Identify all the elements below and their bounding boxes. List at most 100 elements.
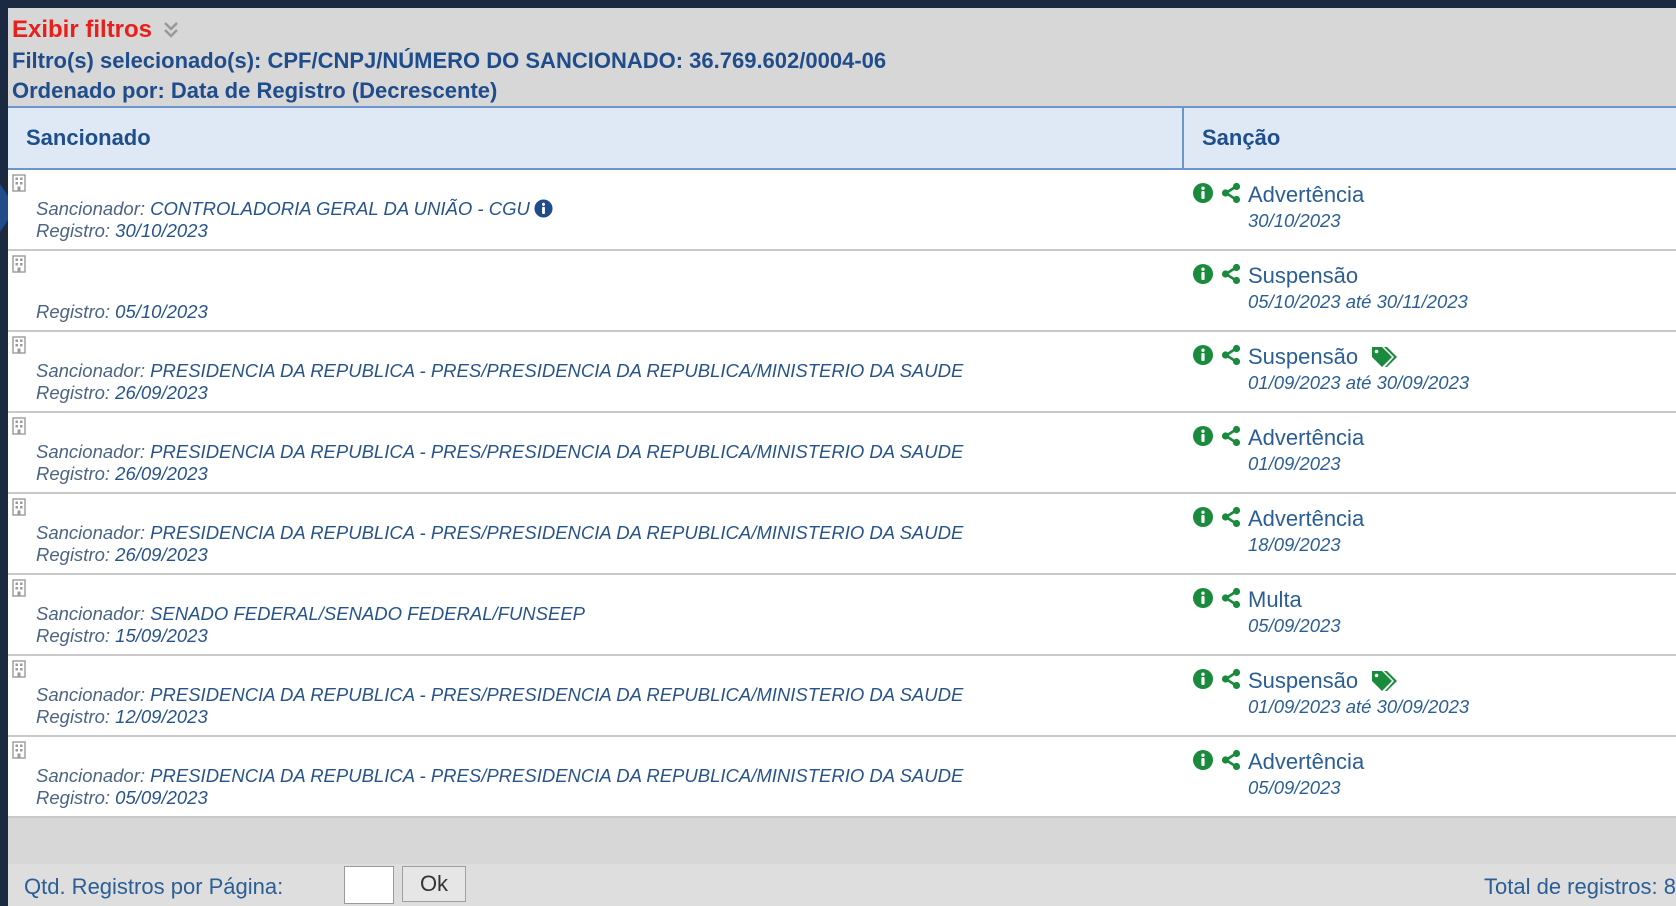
share-icon[interactable] — [1220, 344, 1242, 366]
sancao-name[interactable]: Advertência — [1248, 749, 1364, 775]
registro-value: 05/10/2023 — [115, 301, 208, 322]
sancao-name-line: Suspensão — [1248, 263, 1358, 289]
registro-value: 26/09/2023 — [115, 382, 208, 403]
sancao-name[interactable]: Multa — [1248, 587, 1302, 613]
building-icon — [12, 579, 26, 597]
sancao-cell: Multa 05/09/2023 — [1184, 575, 1676, 654]
info-icon[interactable] — [1192, 425, 1214, 447]
info-icon[interactable] — [1192, 344, 1214, 366]
table-row[interactable]: Sancionador: CONTROLADORIA GERAL DA UNIÃ… — [8, 170, 1676, 251]
table-header: Sancionado Sanção — [8, 106, 1676, 170]
table-row[interactable]: Sancionador: SENADO FEDERAL/SENADO FEDER… — [8, 575, 1676, 656]
sancionador-line: Sancionador: PRESIDENCIA DA REPUBLICA - … — [36, 522, 963, 544]
tags-icon[interactable] — [1370, 345, 1400, 369]
sancao-cell: Advertência 05/09/2023 — [1184, 737, 1676, 816]
sancao-name[interactable]: Suspensão — [1248, 668, 1358, 694]
sancao-name-line: Suspensão — [1248, 668, 1400, 694]
column-header-sancao[interactable]: Sanção — [1184, 108, 1676, 168]
building-icon — [12, 741, 26, 759]
sancionado-cell: Registro: 05/10/2023 — [8, 251, 1184, 330]
sancao-cell: Suspensão 05/10/2023 até 30/11/2023 — [1184, 251, 1676, 330]
sancionador-value[interactable]: CONTROLADORIA GERAL DA UNIÃO - CGU — [150, 198, 530, 219]
share-icon[interactable] — [1220, 668, 1242, 690]
selected-filters: Filtro(s) selecionado(s): CPF/CNPJ/NÚMER… — [12, 48, 887, 73]
column-header-sancionado[interactable]: Sancionado — [8, 108, 1184, 168]
filter-summary: Exibir filtros Filtro(s) selecionado(s):… — [12, 16, 886, 104]
table-row[interactable]: Sancionador: PRESIDENCIA DA REPUBLICA - … — [8, 494, 1676, 575]
info-icon[interactable] — [1192, 749, 1214, 771]
share-icon[interactable] — [1220, 425, 1242, 447]
sancao-name-line: Advertência — [1248, 425, 1364, 451]
share-icon[interactable] — [1220, 506, 1242, 528]
sancao-name[interactable]: Suspensão — [1248, 263, 1358, 289]
sancionador-value[interactable]: PRESIDENCIA DA REPUBLICA - PRES/PRESIDEN… — [150, 765, 963, 786]
sancao-name[interactable]: Suspensão — [1248, 344, 1358, 370]
sanctions-results-panel: Exibir filtros Filtro(s) selecionado(s):… — [8, 8, 1676, 906]
registro-label: Registro: — [36, 220, 111, 241]
registro-label: Registro: — [36, 382, 111, 403]
building-icon — [12, 255, 26, 273]
sancao-actions — [1192, 506, 1242, 528]
info-icon[interactable] — [534, 199, 553, 223]
info-icon[interactable] — [1192, 263, 1214, 285]
records-per-page-input[interactable] — [344, 866, 394, 904]
sancao-cell: Suspensão 01/09/2023 até 30/09/2023 — [1184, 656, 1676, 735]
share-icon[interactable] — [1220, 263, 1242, 285]
sancionador-label: Sancionador: — [36, 522, 146, 543]
sancionador-value[interactable]: PRESIDENCIA DA REPUBLICA - PRES/PRESIDEN… — [150, 360, 963, 381]
sancao-actions — [1192, 344, 1242, 366]
table-row[interactable]: Sancionador: PRESIDENCIA DA REPUBLICA - … — [8, 332, 1676, 413]
sancionador-label: Sancionador: — [36, 198, 146, 219]
sancao-actions — [1192, 182, 1242, 204]
sancao-name-line: Advertência — [1248, 749, 1364, 775]
sancionador-line: Sancionador: PRESIDENCIA DA REPUBLICA - … — [36, 684, 963, 706]
sancionador-label: Sancionador: — [36, 684, 146, 705]
sancionador-label: Sancionador: — [36, 603, 146, 624]
sancionador-line: Sancionador: PRESIDENCIA DA REPUBLICA - … — [36, 441, 963, 463]
building-icon — [12, 660, 26, 678]
sancionador-value[interactable]: SENADO FEDERAL/SENADO FEDERAL/FUNSEEP — [150, 603, 585, 624]
sancao-period: 01/09/2023 até 30/09/2023 — [1248, 696, 1470, 717]
ok-button[interactable]: Ok — [402, 866, 466, 902]
show-filters-label[interactable]: Exibir filtros — [12, 16, 152, 44]
registro-value: 05/09/2023 — [115, 787, 208, 808]
sancionado-cell: Sancionador: PRESIDENCIA DA REPUBLICA - … — [8, 413, 1184, 492]
registro-value: 15/09/2023 — [115, 625, 208, 646]
info-icon[interactable] — [1192, 506, 1214, 528]
info-icon[interactable] — [1192, 587, 1214, 609]
sancao-name[interactable]: Advertência — [1248, 425, 1364, 451]
sancao-period: 18/09/2023 — [1248, 534, 1341, 555]
info-icon[interactable] — [1192, 182, 1214, 204]
sancao-name-line: Advertência — [1248, 506, 1364, 532]
sancao-actions — [1192, 749, 1242, 771]
sancao-name[interactable]: Advertência — [1248, 506, 1364, 532]
sancionador-value[interactable]: PRESIDENCIA DA REPUBLICA - PRES/PRESIDEN… — [150, 522, 963, 543]
share-icon[interactable] — [1220, 182, 1242, 204]
sancao-name-line: Suspensão — [1248, 344, 1400, 370]
share-icon[interactable] — [1220, 749, 1242, 771]
registro-line: Registro: 05/10/2023 — [36, 301, 208, 323]
info-icon[interactable] — [1192, 668, 1214, 690]
show-filters-toggle[interactable]: Exibir filtros — [12, 16, 886, 44]
registro-line: Registro: 26/09/2023 — [36, 544, 208, 566]
sancionador-value[interactable]: PRESIDENCIA DA REPUBLICA - PRES/PRESIDEN… — [150, 684, 963, 705]
sancao-name[interactable]: Advertência — [1248, 182, 1364, 208]
table-row[interactable]: Sancionador: PRESIDENCIA DA REPUBLICA - … — [8, 656, 1676, 737]
building-icon — [12, 417, 26, 435]
sancionador-value[interactable]: PRESIDENCIA DA REPUBLICA - PRES/PRESIDEN… — [150, 441, 963, 462]
sancionador-label: Sancionador: — [36, 441, 146, 462]
sancao-cell: Advertência 18/09/2023 — [1184, 494, 1676, 573]
table-row[interactable]: Registro: 05/10/2023 Suspensão 05/10/2023 … — [8, 251, 1676, 332]
total-records: Total de registros: 8 — [1484, 874, 1676, 899]
double-chevron-down-icon[interactable] — [160, 19, 182, 41]
registro-value: 30/10/2023 — [115, 220, 208, 241]
registro-line: Registro: 26/09/2023 — [36, 463, 208, 485]
table-row[interactable]: Sancionador: PRESIDENCIA DA REPUBLICA - … — [8, 413, 1676, 494]
sancao-cell: Advertência 30/10/2023 — [1184, 170, 1676, 249]
table-row[interactable]: Sancionador: PRESIDENCIA DA REPUBLICA - … — [8, 737, 1676, 818]
sancionado-cell: Sancionador: CONTROLADORIA GERAL DA UNIÃ… — [8, 170, 1184, 249]
table-body: Sancionador: CONTROLADORIA GERAL DA UNIÃ… — [8, 170, 1676, 818]
share-icon[interactable] — [1220, 587, 1242, 609]
sancao-cell: Suspensão 01/09/2023 até 30/09/2023 — [1184, 332, 1676, 411]
tags-icon[interactable] — [1370, 669, 1400, 693]
